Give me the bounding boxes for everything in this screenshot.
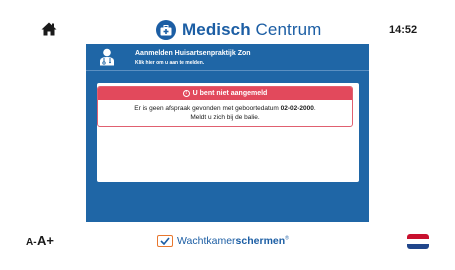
checkmark-icon xyxy=(157,235,173,247)
brand-name-bold: Medisch xyxy=(182,20,251,39)
alert-message: Er is geen afspraak gevonden met geboort… xyxy=(98,104,352,122)
flag-stripe-blue xyxy=(407,244,429,249)
checkin-title: Aanmelden Huisartsenpraktijk Zon xyxy=(135,50,251,57)
footer-logo-part2: schermen xyxy=(235,235,286,247)
main-panel: Aanmelden Huisartsenpraktijk Zon Klik hi… xyxy=(86,44,369,222)
alert-title: U bent niet aangemeld xyxy=(192,90,268,97)
alert-message-line1: Er is geen afspraak gevonden met geboort… xyxy=(98,104,352,113)
home-icon[interactable] xyxy=(41,22,57,36)
alert-message-suffix: . xyxy=(313,105,316,112)
language-flag-icon[interactable] xyxy=(407,234,429,249)
brand-logo: Medisch Centrum xyxy=(156,18,321,42)
font-increase-button[interactable]: A+ xyxy=(37,233,54,248)
header-bar: Medisch Centrum 14:52 xyxy=(0,0,455,44)
checkin-button[interactable]: Aanmelden Huisartsenpraktijk Zon Klik hi… xyxy=(86,44,369,71)
footer-logo-text: Wachtkamerschermen® xyxy=(177,235,289,247)
clock-time: 14:52 xyxy=(389,24,418,36)
checkin-subtitle: Klik hier om u aan te melden. xyxy=(135,60,205,66)
alert-header: ! U bent niet aangemeld xyxy=(98,87,352,100)
alert-message-box: ! U bent niet aangemeld Er is geen afspr… xyxy=(97,86,353,127)
medical-case-icon xyxy=(156,20,176,40)
doctor-user-icon xyxy=(100,48,114,66)
footer-logo: Wachtkamerschermen® xyxy=(157,235,289,247)
alert-message-line2: Meldt u zich bij de balie. xyxy=(190,114,260,121)
brand-name: Medisch Centrum xyxy=(182,20,321,40)
alert-message-prefix: Er is geen afspraak gevonden met geboort… xyxy=(134,105,281,112)
panel-divider xyxy=(86,70,369,71)
alert-birthdate: 02-02-2000 xyxy=(280,105,314,112)
info-icon: ! xyxy=(182,90,190,97)
brand-name-light: Centrum xyxy=(255,20,322,39)
footer-logo-part1: Wachtkamer xyxy=(177,235,236,247)
registered-mark: ® xyxy=(285,235,289,242)
font-decrease-button[interactable]: A- xyxy=(26,237,37,248)
